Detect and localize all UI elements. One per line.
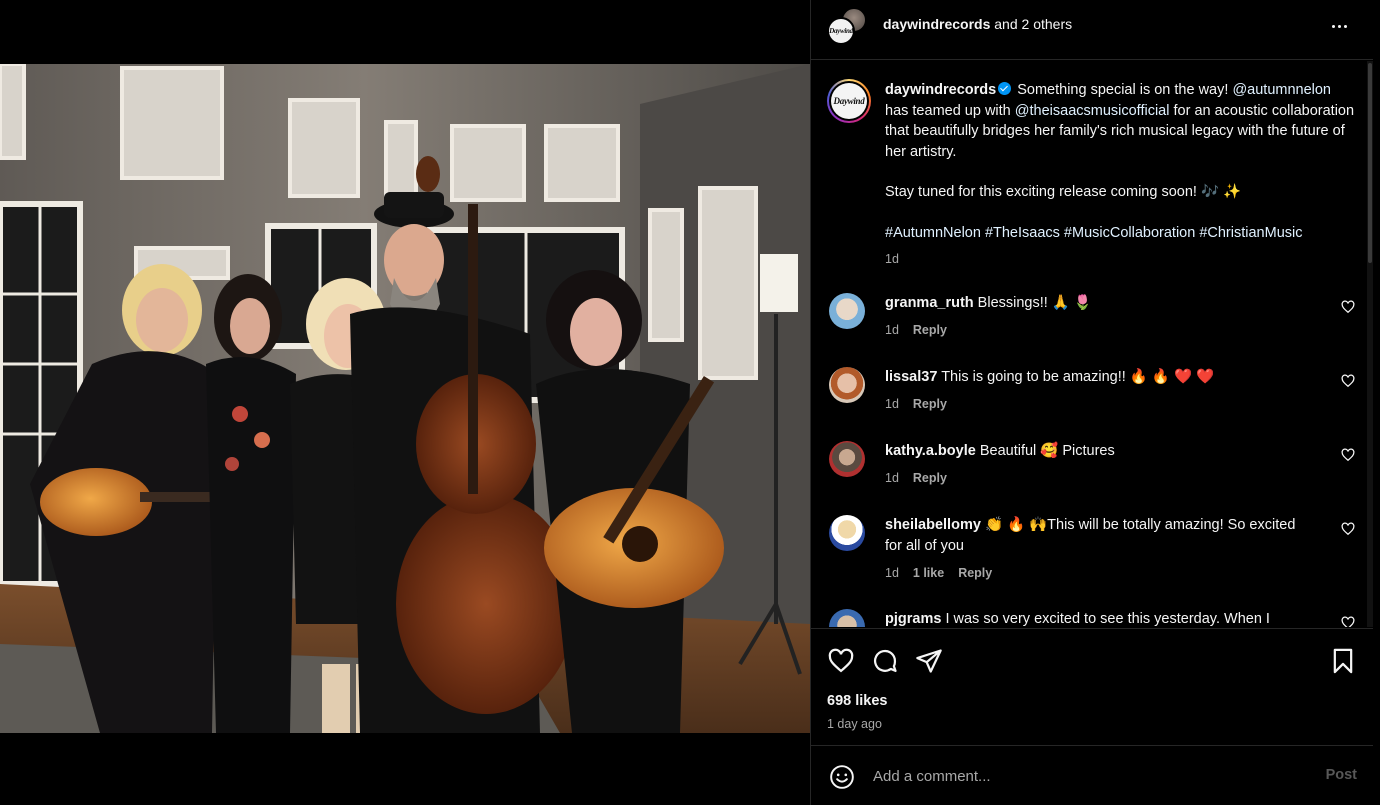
post-side-panel: Daywind daywindrecords and 2 others Dayw… [810, 0, 1373, 805]
comment-text: Blessings!! 🙏 🌷 [977, 295, 1092, 311]
mention-autumnnelon[interactable]: @autumnnelon [1232, 82, 1331, 98]
verified-badge-icon [998, 82, 1012, 95]
caption-paragraph: Stay tuned for this exciting release com… [885, 184, 1242, 200]
comment-button[interactable] [871, 647, 899, 675]
comment-text: Beautiful 🥰 Pictures [979, 443, 1115, 459]
comment-text: I was so very excited to see this yester… [945, 611, 1270, 627]
comment-reply-button[interactable]: Reply [913, 468, 947, 489]
post-header: Daywind daywindrecords and 2 others [811, 0, 1373, 60]
comment-avatar[interactable] [829, 367, 865, 403]
emoji-icon [830, 765, 854, 789]
comment-username[interactable]: sheilabellomy [885, 517, 981, 533]
comment-likes-count[interactable]: 1 like [913, 563, 944, 584]
share-button[interactable] [915, 647, 943, 675]
post-timestamp: 1 day ago [827, 717, 882, 731]
comment-avatar[interactable] [829, 515, 865, 551]
scrollbar-thumb[interactable] [1368, 63, 1372, 263]
save-button[interactable] [1329, 647, 1357, 675]
comment-input[interactable] [873, 763, 1293, 789]
comments-scrollbar[interactable] [1367, 61, 1373, 627]
post-actions: 698 likes 1 day ago [811, 628, 1373, 746]
header-username-link[interactable]: daywindrecords [883, 16, 990, 32]
comment-item: kathy.a.boyle Beautiful 🥰 Pictures 1d Re… [827, 441, 1367, 501]
more-dot [1337, 24, 1341, 28]
comment-username[interactable]: pjgrams [885, 611, 941, 627]
comment-like-button[interactable] [1341, 448, 1355, 462]
comment-time: 1d [885, 566, 899, 580]
header-others-link[interactable]: and 2 others [994, 16, 1072, 32]
heart-icon [1341, 300, 1355, 314]
comment-item: granma_ruth Blessings!! 🙏 🌷 1d Reply [827, 293, 1367, 353]
comment-username[interactable]: lissal37 [885, 369, 937, 385]
comment-like-button[interactable] [1341, 300, 1355, 314]
caption-text: daywindrecords Something special is on t… [885, 80, 1355, 270]
comment-icon [874, 649, 897, 673]
comment-reply-button[interactable]: Reply [913, 320, 947, 341]
comment-like-button[interactable] [1341, 374, 1355, 388]
collab-avatars[interactable]: Daywind [827, 7, 867, 47]
comment-time: 1d [885, 471, 899, 485]
add-comment-bar: Post [811, 747, 1373, 805]
header-usernames: daywindrecords and 2 others [883, 16, 1072, 32]
heart-icon [1341, 374, 1355, 388]
caption-line: Something special is on the way! [1017, 82, 1229, 98]
comment-avatar[interactable] [829, 293, 865, 329]
comment-time: 1d [885, 323, 899, 337]
likes-count[interactable]: 698 likes [827, 693, 887, 709]
comment-avatar[interactable] [829, 609, 865, 627]
comment-reply-button[interactable]: Reply [913, 394, 947, 415]
like-button[interactable] [827, 647, 855, 675]
comment-like-button[interactable] [1341, 616, 1355, 627]
bookmark-icon [1333, 648, 1353, 674]
more-horizontal-icon [1331, 24, 1335, 28]
comment-item: pjgrams I was so very excited to see thi… [827, 609, 1367, 627]
caption-line: has teamed up with [885, 102, 1011, 119]
emoji-button[interactable] [829, 764, 855, 790]
comment-reply-button[interactable]: Reply [958, 563, 992, 584]
post-comment-button[interactable]: Post [1326, 767, 1357, 783]
band-photo-image [0, 64, 810, 733]
comment-text: This is going to be amazing!! 🔥 🔥 ❤️ ❤️ [941, 369, 1215, 385]
post-media [0, 0, 810, 805]
more-options-button[interactable] [1327, 14, 1351, 38]
heart-icon [1341, 616, 1355, 627]
daywind-avatar: Daywind [827, 17, 855, 45]
mention-theisaacsmusicofficial[interactable]: @theisaacsmusicofficial [1015, 103, 1170, 119]
heart-icon [828, 648, 854, 673]
daywind-logo: Daywind [829, 27, 853, 35]
comment-like-button[interactable] [1341, 522, 1355, 536]
send-icon [916, 649, 942, 673]
comment-username[interactable]: kathy.a.boyle [885, 443, 976, 459]
caption-username-link[interactable]: daywindrecords [885, 82, 996, 98]
heart-icon [1341, 522, 1355, 536]
comment-username[interactable]: granma_ruth [885, 295, 974, 311]
daywind-logo: Daywind [833, 96, 865, 106]
heart-icon [1341, 448, 1355, 462]
more-dot [1343, 24, 1347, 28]
comment-time: 1d [885, 397, 899, 411]
comment-item: sheilabellomy 👏 🔥 🙌This will be totally … [827, 515, 1367, 595]
caption-hashtags[interactable]: #AutumnNelon #TheIsaacs #MusicCollaborat… [885, 223, 1355, 244]
comment-avatar[interactable] [829, 441, 865, 477]
comments-scroll-area[interactable]: Daywind daywindrecords Something special… [811, 61, 1373, 627]
caption-avatar[interactable]: Daywind [827, 79, 871, 123]
post-photo[interactable] [0, 64, 810, 733]
caption-timestamp: 1d [885, 252, 899, 266]
comment-item: lissal37 This is going to be amazing!! 🔥… [827, 367, 1367, 427]
